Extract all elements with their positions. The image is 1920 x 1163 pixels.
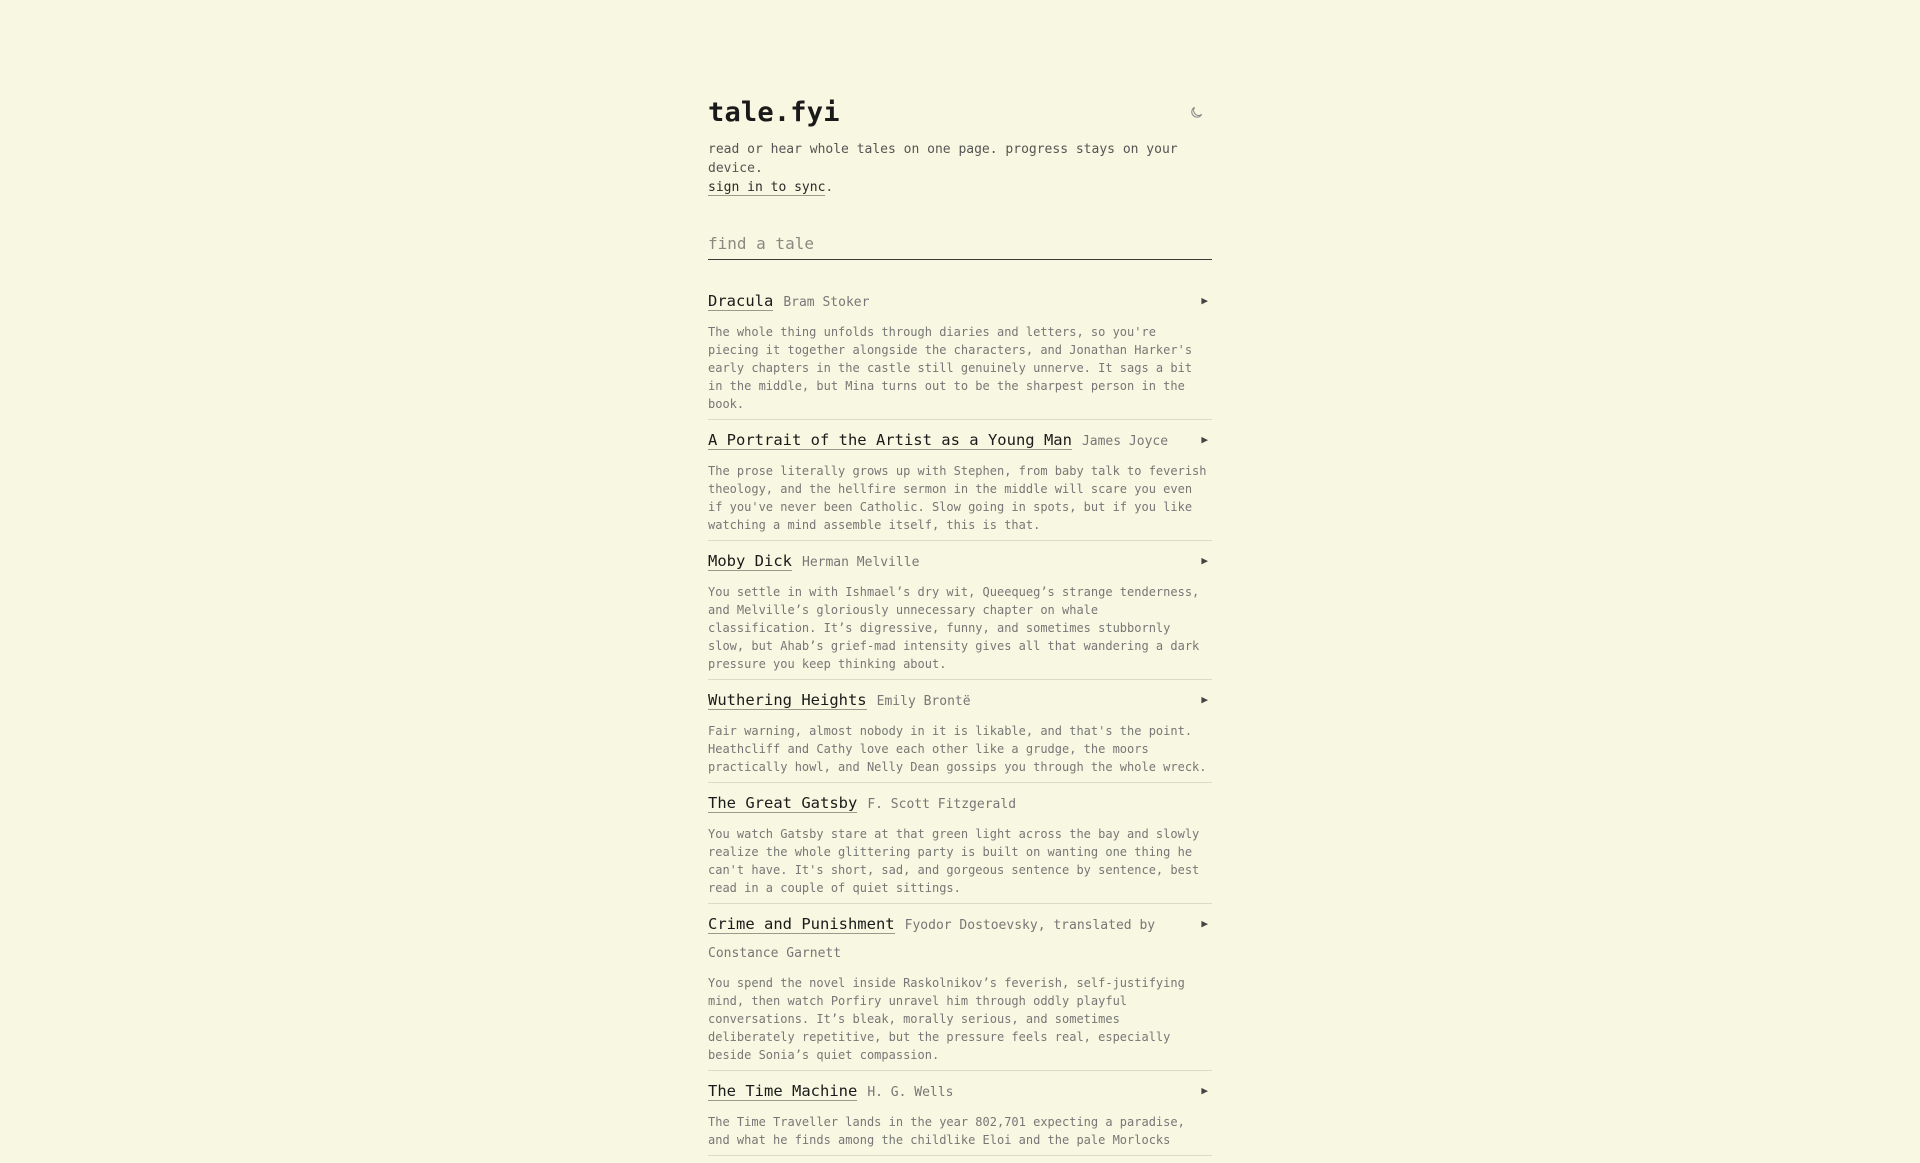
tale-header: A Portrait of the Artist as a Young Man J… <box>708 427 1212 455</box>
site-title[interactable]: tale.fyi <box>708 96 1212 130</box>
tale-description: You spend the novel inside Raskolnikov’s… <box>708 976 1185 1062</box>
tale-header: Crime and Punishment Fyodor Dostoevsky, t… <box>708 911 1212 967</box>
search-input[interactable] <box>708 232 1212 260</box>
tale-author: James Joyce <box>1081 434 1169 449</box>
tale-header: Wuthering Heights Emily Brontë <box>708 687 1212 715</box>
tale-description: You settle in with Ishmael’s dry wit, Qu… <box>708 585 1200 671</box>
play-icon[interactable]: ▶ <box>1201 554 1208 567</box>
tale-author: Bram Stoker <box>783 295 870 310</box>
tale-item: The Time Machine H. G. Wells ▶ The Time T… <box>708 1078 1212 1156</box>
tale-author: Emily Brontë <box>876 694 971 709</box>
tagline: read or hear whole tales on one page. pr… <box>708 140 1212 197</box>
tale-item: Moby Dick Herman Melville ▶ You settle in… <box>708 548 1212 680</box>
tagline-text: read or hear whole tales on one page. pr… <box>708 142 1178 176</box>
tale-item: The Great Gatsby F. Scott Fitzgerald You … <box>708 790 1212 904</box>
tale-item: Wuthering Heights Emily Brontë ▶ Fair war… <box>708 687 1212 783</box>
tale-item: Dracula Bram Stoker ▶ The whole thing unf… <box>708 288 1212 420</box>
tale-description: You watch Gatsby stare at that green lig… <box>708 827 1200 895</box>
play-icon[interactable]: ▶ <box>1201 1084 1208 1097</box>
tale-author: H. G. Wells <box>867 1085 954 1100</box>
tale-description: The prose literally grows up with Stephe… <box>708 464 1207 532</box>
play-icon[interactable]: ▶ <box>1201 294 1208 307</box>
tale-item: A Portrait of the Artist as a Young Man J… <box>708 427 1212 541</box>
tale-title-link[interactable]: Crime and Punishment <box>708 915 895 934</box>
tale-item: Crime and Punishment Fyodor Dostoevsky, t… <box>708 911 1212 1071</box>
tale-list: Dracula Bram Stoker ▶ The whole thing unf… <box>708 288 1212 1156</box>
tale-description: Fair warning, almost nobody in it is lik… <box>708 724 1207 774</box>
tale-author: F. Scott Fitzgerald <box>867 797 1017 812</box>
tagline-suffix: . <box>825 180 834 195</box>
tale-author: Herman Melville <box>802 555 920 570</box>
play-icon[interactable]: ▶ <box>1201 693 1208 706</box>
tale-header: The Great Gatsby F. Scott Fitzgerald <box>708 790 1212 818</box>
tale-title-link[interactable]: The Time Machine <box>708 1082 858 1101</box>
tale-title-link[interactable]: Dracula <box>708 292 774 311</box>
main-column: tale.fyi read or hear whole tales on one… <box>708 96 1212 1163</box>
play-icon[interactable]: ▶ <box>1201 917 1208 930</box>
tale-title-link[interactable]: A Portrait of the Artist as a Young Man <box>708 431 1072 450</box>
search-box <box>708 232 1212 260</box>
moon-icon[interactable] <box>1190 104 1206 120</box>
tale-title-link[interactable]: The Great Gatsby <box>708 794 858 813</box>
play-icon[interactable]: ▶ <box>1201 433 1208 446</box>
tale-header: The Time Machine H. G. Wells <box>708 1078 1212 1106</box>
sign-in-link[interactable]: sign in to sync <box>708 180 826 196</box>
tale-header: Dracula Bram Stoker <box>708 288 1212 316</box>
tale-title-link[interactable]: Wuthering Heights <box>708 691 867 710</box>
tale-header: Moby Dick Herman Melville <box>708 548 1212 576</box>
tale-title-link[interactable]: Moby Dick <box>708 552 792 571</box>
tale-description: The Time Traveller lands in the year 802… <box>708 1115 1185 1147</box>
tale-description: The whole thing unfolds through diaries … <box>708 325 1193 411</box>
